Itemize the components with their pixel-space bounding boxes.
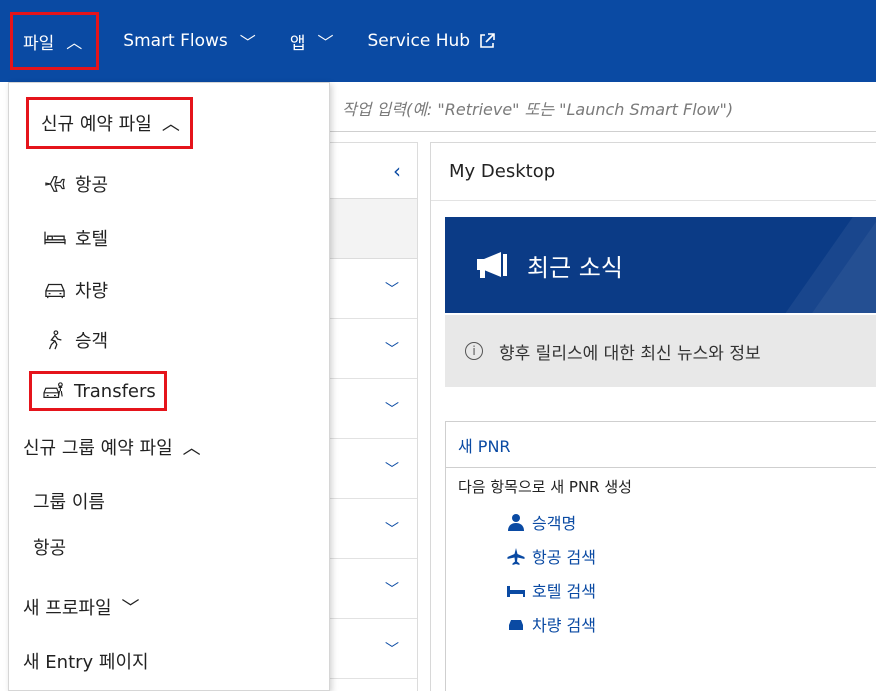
menu-item-air[interactable]: 항공 bbox=[9, 167, 108, 201]
chevron-up-icon: ︿ bbox=[182, 438, 201, 459]
panel-row[interactable]: ﹀ bbox=[330, 379, 417, 439]
news-title: 최근 소식 bbox=[527, 253, 623, 282]
apps-label: 앱 bbox=[289, 33, 306, 54]
pnr-link-car[interactable]: 차량 검색 bbox=[506, 607, 876, 641]
release-info-text: 향후 릴리스에 대한 최신 뉴스와 정보 bbox=[499, 343, 761, 364]
new-profile-label: 새 프로파일 bbox=[23, 598, 112, 619]
panel-row[interactable]: ﹀ bbox=[330, 559, 417, 619]
panel-row[interactable]: ﹀ bbox=[330, 439, 417, 499]
external-link-icon bbox=[480, 33, 495, 48]
file-dropdown-menu: 신규 예약 파일 ︿ 항공 호텔 차량 승객 Transfers 신규 그룹 예… bbox=[8, 82, 330, 691]
chevron-down-icon: ﹀ bbox=[317, 33, 334, 52]
file-menu-label: 파일 bbox=[23, 33, 55, 54]
new-group-booking-toggle[interactable]: 신규 그룹 예약 파일 ︿ bbox=[9, 427, 201, 467]
left-panel: ‹ ﹀ ﹀ ﹀ ﹀ ﹀ ﹀ ﹀ bbox=[330, 142, 418, 691]
panel-row[interactable]: ﹀ bbox=[330, 319, 417, 379]
chevron-up-icon: ︿ bbox=[161, 114, 180, 135]
chevron-down-icon: ﹀ bbox=[385, 521, 399, 538]
menu-item-label: 승객 bbox=[75, 331, 109, 352]
news-banner: 최근 소식 bbox=[445, 217, 876, 313]
new-booking-file-toggle[interactable]: 신규 예약 파일 ︿ bbox=[26, 97, 193, 149]
bed-icon bbox=[507, 586, 525, 597]
new-pnr-subtitle: 다음 항목으로 새 PNR 생성 bbox=[458, 478, 632, 496]
chevron-left-icon: ‹ bbox=[393, 158, 401, 183]
menu-item-label: 항공 bbox=[75, 175, 109, 196]
person-icon bbox=[508, 514, 524, 531]
pnr-link-label: 항공 검색 bbox=[532, 548, 596, 567]
new-group-booking-label: 신규 그룹 예약 파일 bbox=[23, 438, 173, 459]
airplane-icon bbox=[507, 548, 525, 565]
transfer-car-icon bbox=[43, 382, 63, 398]
collapse-panel-button[interactable]: ‹ bbox=[330, 143, 417, 199]
service-hub-link[interactable]: Service Hub bbox=[367, 21, 496, 61]
panel-row[interactable]: ﹀ bbox=[330, 499, 417, 559]
new-entry-page-label: 새 Entry 페이지 bbox=[23, 652, 149, 673]
car-icon bbox=[509, 620, 523, 630]
smart-flows-label: Smart Flows bbox=[123, 31, 228, 51]
menu-item-label: 차량 bbox=[75, 281, 109, 302]
chevron-down-icon: ﹀ bbox=[385, 341, 399, 358]
menu-item-group-air[interactable]: 항공 bbox=[9, 529, 66, 565]
chevron-up-icon: ︿ bbox=[66, 33, 83, 52]
panel-row[interactable]: ﹀ bbox=[330, 259, 417, 319]
new-booking-file-label: 신규 예약 파일 bbox=[41, 114, 152, 135]
menu-item-car[interactable]: 차량 bbox=[9, 273, 108, 307]
chevron-down-icon: ﹀ bbox=[385, 401, 399, 418]
menu-item-group-name[interactable]: 그룹 이름 bbox=[9, 483, 105, 519]
command-input[interactable]: 작업 입력(예: "Retrieve" 또는 "Launch Smart Flo… bbox=[330, 84, 876, 132]
chevron-down-icon: ﹀ bbox=[385, 581, 399, 598]
smart-flows-menu[interactable]: Smart Flows ﹀ bbox=[123, 21, 256, 61]
panel-row[interactable]: ﹀ bbox=[330, 619, 417, 679]
pnr-link-passenger[interactable]: 승객명 bbox=[506, 505, 876, 539]
pnr-link-label: 차량 검색 bbox=[532, 616, 596, 635]
pnr-link-air[interactable]: 항공 검색 bbox=[506, 539, 876, 573]
service-hub-label: Service Hub bbox=[367, 31, 471, 51]
apps-menu[interactable]: 앱 ﹀ bbox=[290, 21, 334, 61]
pnr-link-label: 호텔 검색 bbox=[532, 582, 596, 601]
pnr-link-hotel[interactable]: 호텔 검색 bbox=[506, 573, 876, 607]
chevron-down-icon: ﹀ bbox=[385, 461, 399, 478]
desktop-title: My Desktop bbox=[431, 143, 876, 201]
top-nav-bar: 파일 ︿ Smart Flows ﹀ 앱 ﹀ Service Hub bbox=[0, 0, 876, 82]
menu-item-transfers[interactable]: Transfers bbox=[29, 371, 167, 411]
chevron-down-icon: ﹀ bbox=[121, 598, 140, 619]
new-entry-page-item[interactable]: 새 Entry 페이지 bbox=[9, 641, 149, 681]
command-placeholder: 작업 입력(예: "Retrieve" 또는 "Launch Smart Flo… bbox=[342, 99, 734, 119]
chevron-down-icon: ﹀ bbox=[385, 641, 399, 658]
menu-item-label: 호텔 bbox=[75, 229, 109, 250]
menu-item-label: 그룹 이름 bbox=[33, 492, 105, 513]
desktop-area: My Desktop 최근 소식 i 향후 릴리스에 대한 최신 뉴스와 정보 … bbox=[430, 142, 876, 691]
chevron-down-icon: ﹀ bbox=[239, 33, 256, 52]
menu-item-label: 항공 bbox=[33, 538, 67, 559]
new-pnr-title: 새 PNR bbox=[446, 422, 876, 468]
bed-icon bbox=[44, 231, 66, 245]
info-icon: i bbox=[465, 342, 483, 360]
car-icon bbox=[45, 283, 65, 299]
airplane-icon bbox=[45, 176, 65, 192]
new-pnr-card: 새 PNR 다음 항목으로 새 PNR 생성 승객명 항공 검색 호텔 검색 차… bbox=[445, 421, 876, 691]
release-info[interactable]: i 향후 릴리스에 대한 최신 뉴스와 정보 bbox=[445, 315, 876, 387]
chevron-down-icon: ﹀ bbox=[385, 281, 399, 298]
new-profile-toggle[interactable]: 새 프로파일 ﹀ bbox=[9, 587, 140, 627]
panel-band bbox=[330, 199, 417, 259]
file-menu[interactable]: 파일 ︿ bbox=[10, 12, 100, 70]
menu-item-label: Transfers bbox=[74, 380, 156, 402]
megaphone-icon bbox=[477, 252, 507, 278]
pnr-link-label: 승객명 bbox=[532, 514, 577, 533]
menu-item-passenger[interactable]: 승객 bbox=[9, 323, 108, 357]
menu-item-hotel[interactable]: 호텔 bbox=[9, 221, 108, 255]
walking-person-icon bbox=[48, 330, 62, 350]
